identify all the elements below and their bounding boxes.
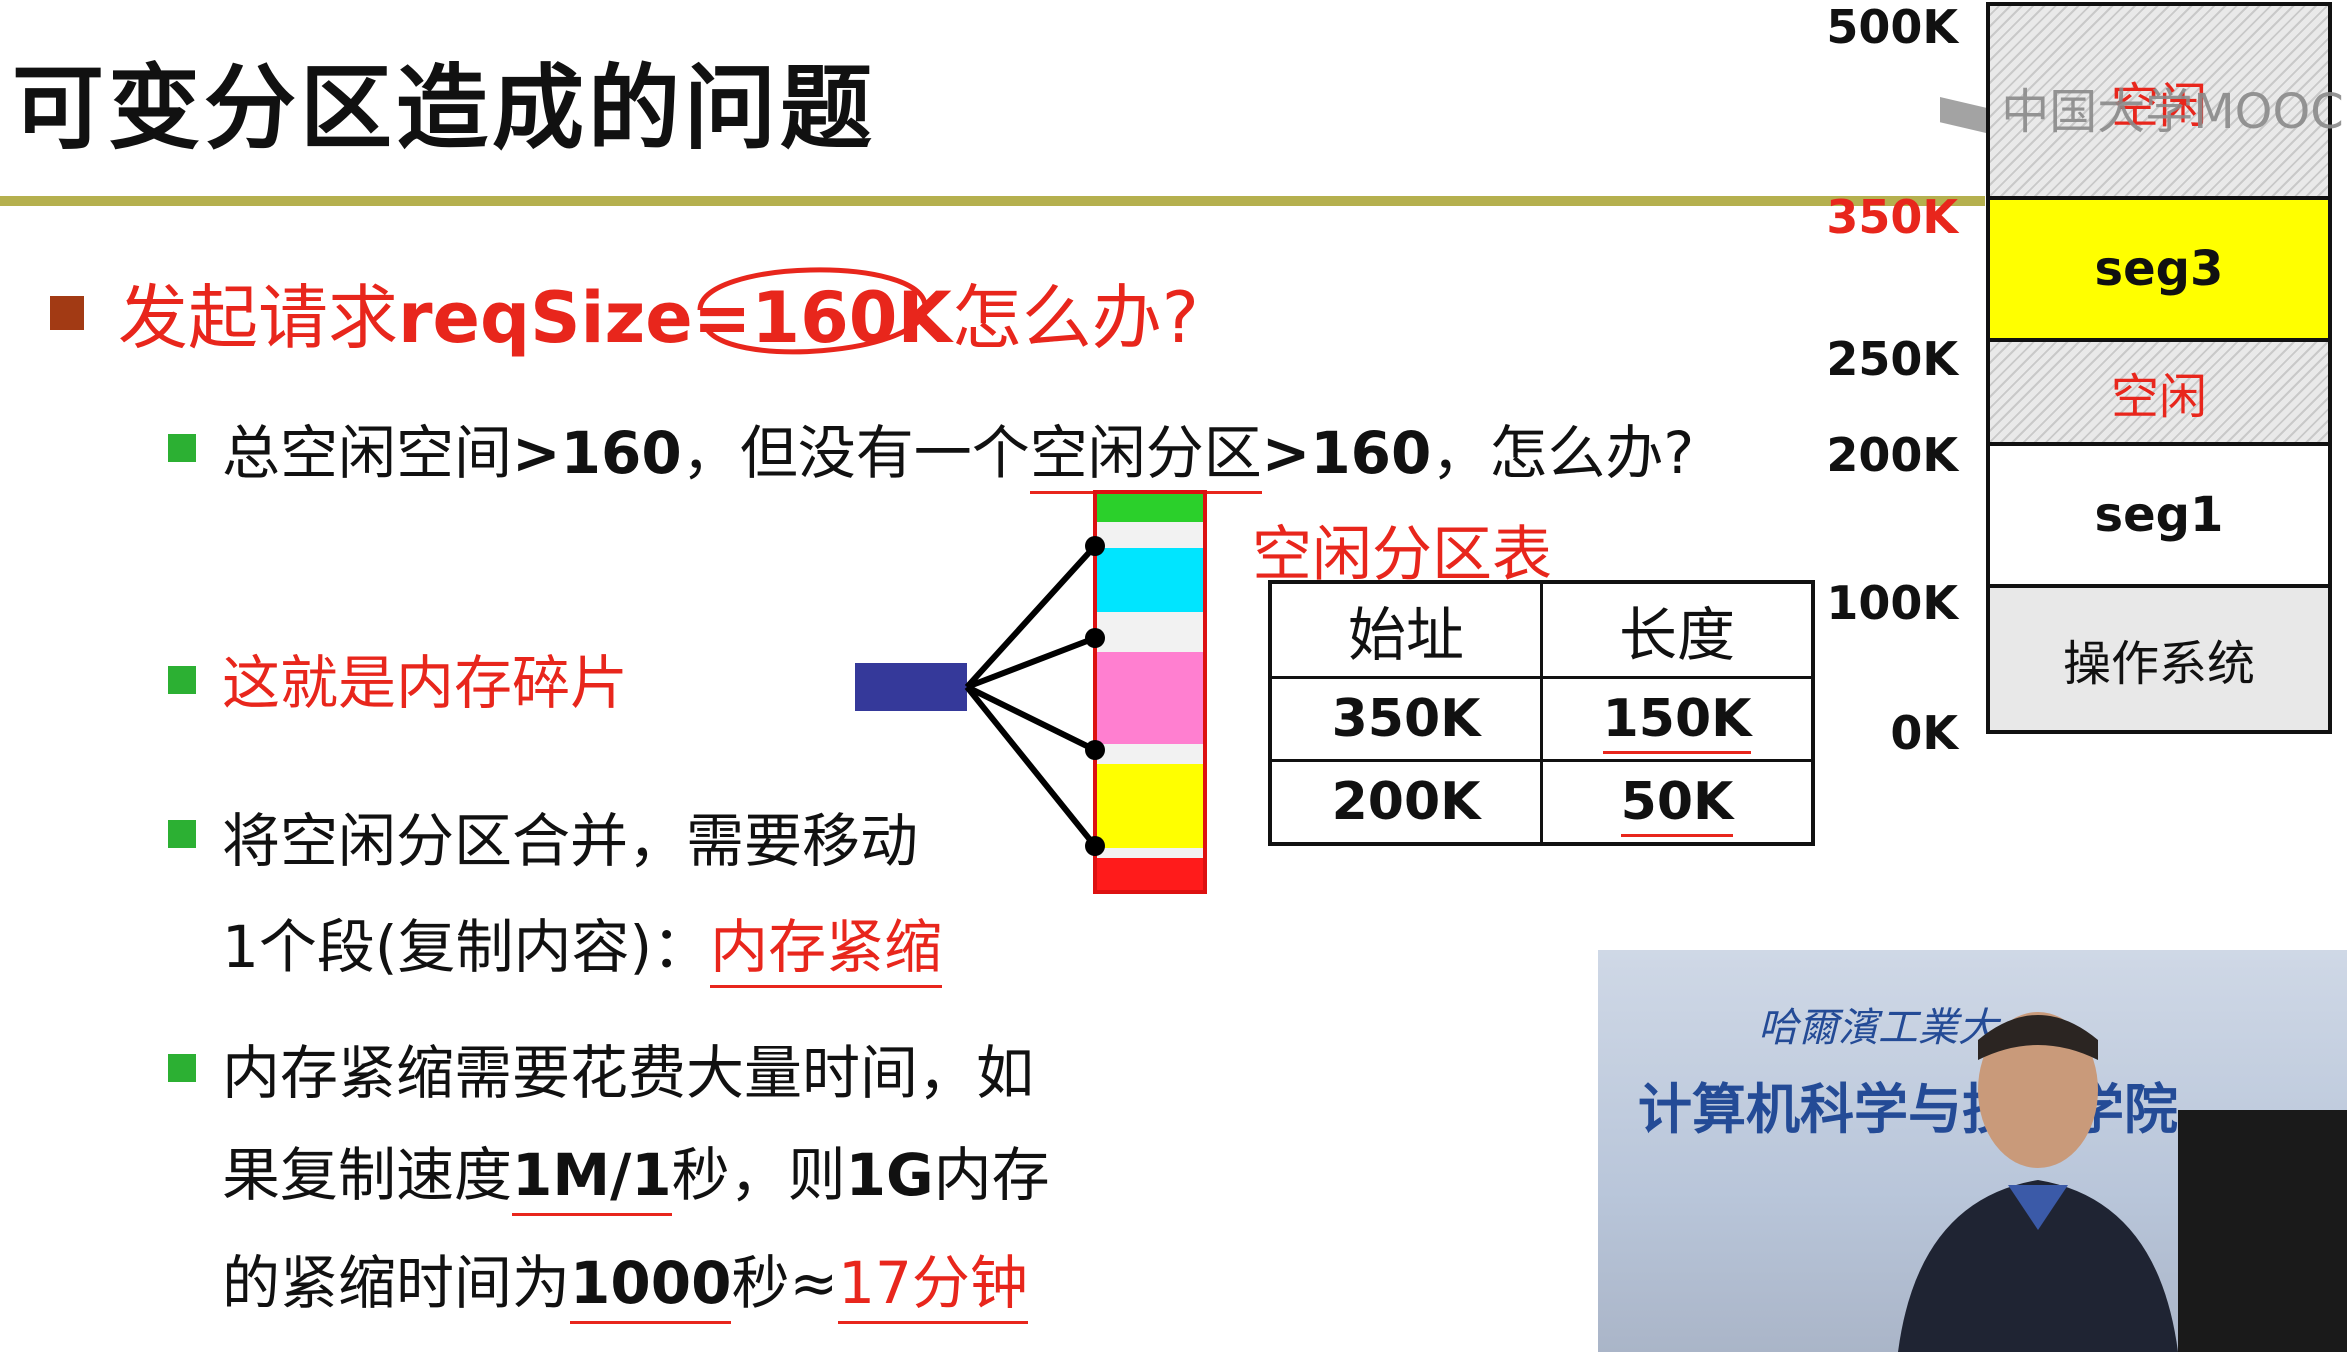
- annotation-circle: [697, 267, 928, 355]
- table-row: 350K 150K: [1268, 676, 1815, 762]
- header-start-address: 始址: [1268, 580, 1543, 679]
- bullet-compaction-line1: 内存紧缩需要花费大量时间，如: [222, 1039, 1035, 1107]
- mooc-watermark: 中国大学MOOC: [1940, 72, 2344, 142]
- bullet-icon: [168, 820, 196, 848]
- table-row: 200K 50K: [1268, 759, 1815, 846]
- fragment-diagram: [855, 490, 1207, 894]
- title-divider: [0, 196, 1985, 206]
- bullet-fragmentation: 这就是内存碎片: [222, 649, 629, 717]
- bullet-merge-line2: 1个段(复制内容)：内存紧缩: [222, 913, 943, 988]
- bullet-total-free: 总空闲空间>160，但没有一个空闲分区>160，怎么办?: [222, 419, 1694, 494]
- bullet-icon: [168, 666, 196, 694]
- partition-table: 始址 长度 350K 150K 200K 50K: [1268, 580, 1815, 846]
- addr-label-500k: 500K: [1826, 0, 1958, 54]
- addr-label-200k: 200K: [1826, 428, 1958, 482]
- os-block: 操作系统: [1986, 588, 2332, 734]
- main-question: 发起请求reqSize=160K怎么办?: [118, 277, 1199, 359]
- main-bullet-icon: [50, 296, 84, 330]
- bullet-merge-line1: 将空闲分区合并，需要移动: [222, 807, 919, 875]
- lecturer-figure: [1898, 1012, 2347, 1352]
- memory-column: [1093, 490, 1207, 894]
- free-segment-middle: 空闲: [1986, 342, 2332, 442]
- lecturer-video: 哈爾濱工業大 计算机科学与技术学院: [1598, 950, 2347, 1352]
- bullet-compaction-line2: 果复制速度1M/1秒，则1G内存: [222, 1141, 1050, 1216]
- bullet-compaction-line3: 的紧缩时间为1000秒≈17分钟: [222, 1249, 1028, 1324]
- addr-label-0k: 0K: [1890, 706, 1958, 760]
- mooc-logo-icon: [1940, 97, 1986, 133]
- bullet-icon: [168, 1054, 196, 1082]
- seg3-block: seg3: [1986, 196, 2332, 342]
- addr-label-250k: 250K: [1826, 332, 1958, 386]
- request-block: [855, 663, 967, 711]
- slide-title: 可变分区造成的问题: [12, 55, 877, 162]
- addr-label-350k: 350K: [1826, 190, 1958, 244]
- connector-lines: [964, 543, 1098, 848]
- seg1-block: seg1: [1986, 442, 2332, 588]
- bullet-icon: [168, 434, 196, 462]
- addr-label-100k: 100K: [1826, 576, 1958, 630]
